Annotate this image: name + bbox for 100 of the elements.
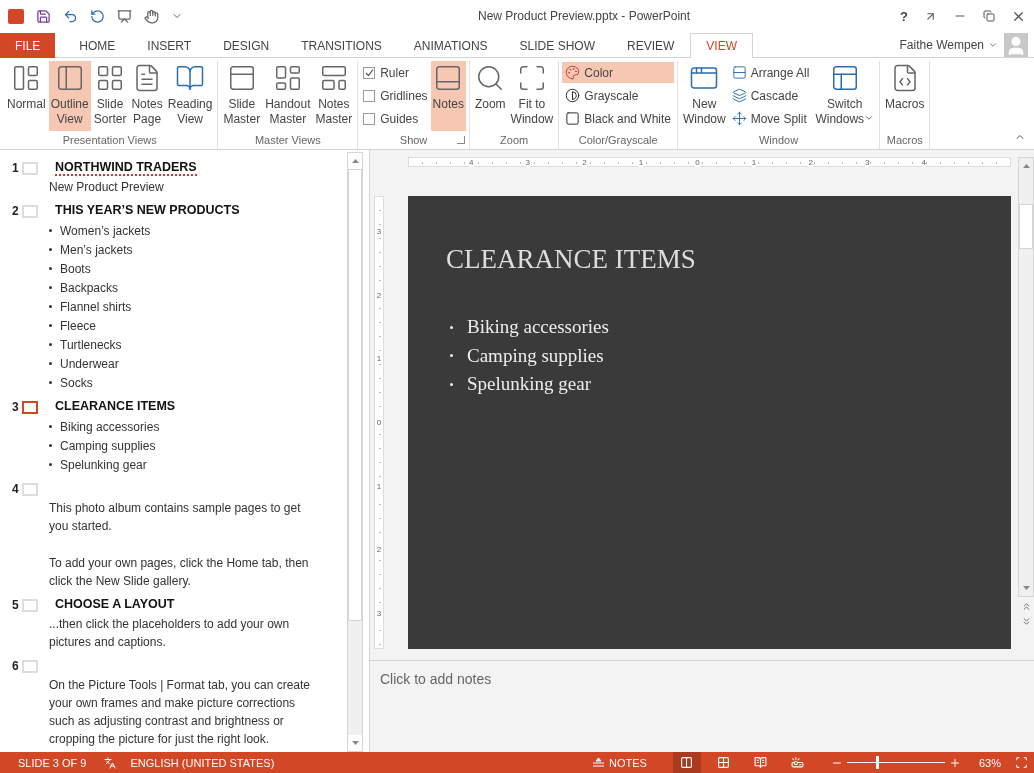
ribbon-button[interactable]: Fit to Window: [508, 61, 556, 131]
ribbon-button[interactable]: Zoom: [472, 61, 508, 131]
scroll-thumb[interactable]: [1019, 204, 1033, 249]
view-button[interactable]: [672, 752, 701, 773]
slide-title: CLEARANCE ITEMS: [55, 399, 176, 415]
ribbon-button[interactable]: Grayscale: [562, 85, 674, 106]
ruler-number: 3: [376, 227, 382, 236]
ribbon-tab[interactable]: SLIDE SHOW: [503, 33, 611, 58]
ribbon-button[interactable]: Cascade: [728, 85, 813, 106]
slide-counter: SLIDE 3 OF 9: [18, 756, 87, 769]
user-name[interactable]: Faithe Wempen: [899, 37, 984, 52]
group-label: Window: [759, 134, 799, 148]
ribbon-button[interactable]: Macros: [883, 61, 927, 131]
redo-icon[interactable]: [90, 8, 105, 24]
ribbon-button[interactable]: Handout Master: [263, 61, 313, 131]
ribbon-button[interactable]: Reading View: [165, 61, 215, 131]
bullet-text: Underwear: [60, 356, 119, 371]
language-label[interactable]: ENGLISH (UNITED STATES): [130, 756, 275, 769]
grid-view-icon: [717, 756, 731, 769]
book-icon: [175, 63, 206, 93]
ribbon-button[interactable]: Move Split: [728, 108, 813, 129]
ribbon-button[interactable]: Outline View: [48, 61, 91, 131]
body-text: New Product Preview: [49, 179, 165, 196]
palette-icon: [565, 65, 581, 80]
checkmark-icon: [364, 68, 374, 77]
ruler-number: 1: [751, 157, 757, 167]
hand-icon[interactable]: [144, 8, 159, 24]
slide-number: 6: [12, 659, 19, 673]
ribbon-tab[interactable]: INSERT: [131, 33, 208, 58]
bullet-text: Women’s jackets: [60, 223, 151, 238]
bullet-icon: [450, 354, 453, 358]
checkbox-box[interactable]: [363, 112, 376, 125]
ribbon-button[interactable]: Notes Page: [129, 61, 165, 131]
slide-title: THIS YEAR’S NEW PRODUCTS: [55, 203, 240, 219]
dialog-launcher-icon[interactable]: [456, 136, 465, 144]
ribbon-tab[interactable]: TRANSITIONS: [285, 33, 398, 58]
spelling-icon[interactable]: [104, 756, 117, 769]
app-logo-icon[interactable]: [8, 8, 24, 24]
slide-number: 1: [12, 161, 19, 175]
checkbox-box[interactable]: [363, 89, 376, 102]
slide-number: 2: [12, 204, 19, 218]
restore-icon[interactable]: [983, 10, 995, 22]
ribbon-button[interactable]: Color: [562, 62, 674, 83]
ribbon-tab[interactable]: REVIEW: [610, 33, 691, 58]
bullet-icon: [49, 229, 52, 232]
bullet-text: Camping supplies: [60, 438, 156, 453]
bullet-icon: [49, 343, 52, 346]
ribbon-button[interactable]: Slide Sorter: [91, 61, 129, 131]
save-icon[interactable]: [36, 8, 51, 24]
ruler-number: 1: [638, 157, 644, 167]
bullet-icon: [49, 463, 52, 466]
ribbon-tab[interactable]: DESIGN: [207, 33, 286, 58]
bullet-text: Camping supplies: [467, 344, 604, 367]
help-button[interactable]: ?: [900, 8, 908, 24]
ribbon-tab[interactable]: HOME: [63, 33, 132, 58]
checkbox[interactable]: Gridlines: [361, 85, 430, 106]
ruler-number: 0: [695, 157, 700, 167]
zoom-thumb[interactable]: [876, 756, 880, 769]
ruler-number: 1: [376, 481, 382, 491]
group-label: Macros: [886, 134, 923, 148]
ribbon-button[interactable]: Normal: [5, 61, 48, 131]
ribbon-button[interactable]: Arrange All: [728, 62, 813, 83]
ribbon-button[interactable]: Notes Master: [313, 61, 355, 131]
bullet-text: Men’s jackets: [60, 242, 133, 257]
bullet-text: Biking accessories: [467, 316, 609, 339]
file-tab[interactable]: FILE: [0, 33, 56, 58]
ruler-number: 2: [376, 545, 382, 555]
ribbon-button[interactable]: New Window: [681, 61, 728, 131]
bullet-icon: [49, 324, 52, 327]
ruler-number: 0: [376, 417, 382, 427]
bullet-text: Boots: [60, 261, 91, 276]
ribbon-tab[interactable]: ANIMATIONS: [397, 33, 504, 58]
notes-placeholder: Click to add notes: [380, 671, 492, 687]
scroll-thumb[interactable]: [348, 169, 362, 621]
ruler-number: 3: [376, 608, 382, 618]
ribbon-button[interactable]: Switch Windows: [813, 61, 877, 131]
bullet-icon: [450, 325, 453, 329]
ribbon-button[interactable]: Black and White: [562, 108, 674, 129]
bullet-text: Turtlenecks: [60, 337, 122, 352]
ribbon-button[interactable]: Notes: [430, 61, 466, 131]
notes-button[interactable]: NOTES: [587, 752, 653, 773]
slide-icon[interactable]: [22, 400, 38, 414]
undo-icon[interactable]: [63, 8, 78, 24]
fit-slide-icon[interactable]: [1015, 756, 1028, 769]
group-label: Show: [399, 134, 428, 148]
presentation-icon[interactable]: [117, 8, 132, 24]
caret-icon: [864, 113, 875, 123]
bullet-text: Backpacks: [60, 280, 119, 295]
bullet-text: Spelunking gear: [60, 457, 147, 472]
bullet-text: Flannel shirts: [60, 299, 132, 314]
ribbon-button[interactable]: Slide Master: [221, 61, 263, 131]
checkbox[interactable]: Guides: [361, 108, 430, 129]
bullet-text: Spelunking gear: [467, 373, 591, 396]
body-text: To add your own pages, click the Home tab, then click the New Slide gallery.: [49, 555, 310, 590]
checkbox[interactable]: Ruler: [361, 62, 430, 83]
ribbon-tab[interactable]: VIEW: [690, 33, 753, 58]
ruler-number: 3: [864, 157, 870, 167]
zoom-percent[interactable]: 63%: [978, 756, 1001, 769]
checkbox-box[interactable]: [363, 66, 376, 79]
zoom-in-icon[interactable]: [948, 756, 961, 769]
